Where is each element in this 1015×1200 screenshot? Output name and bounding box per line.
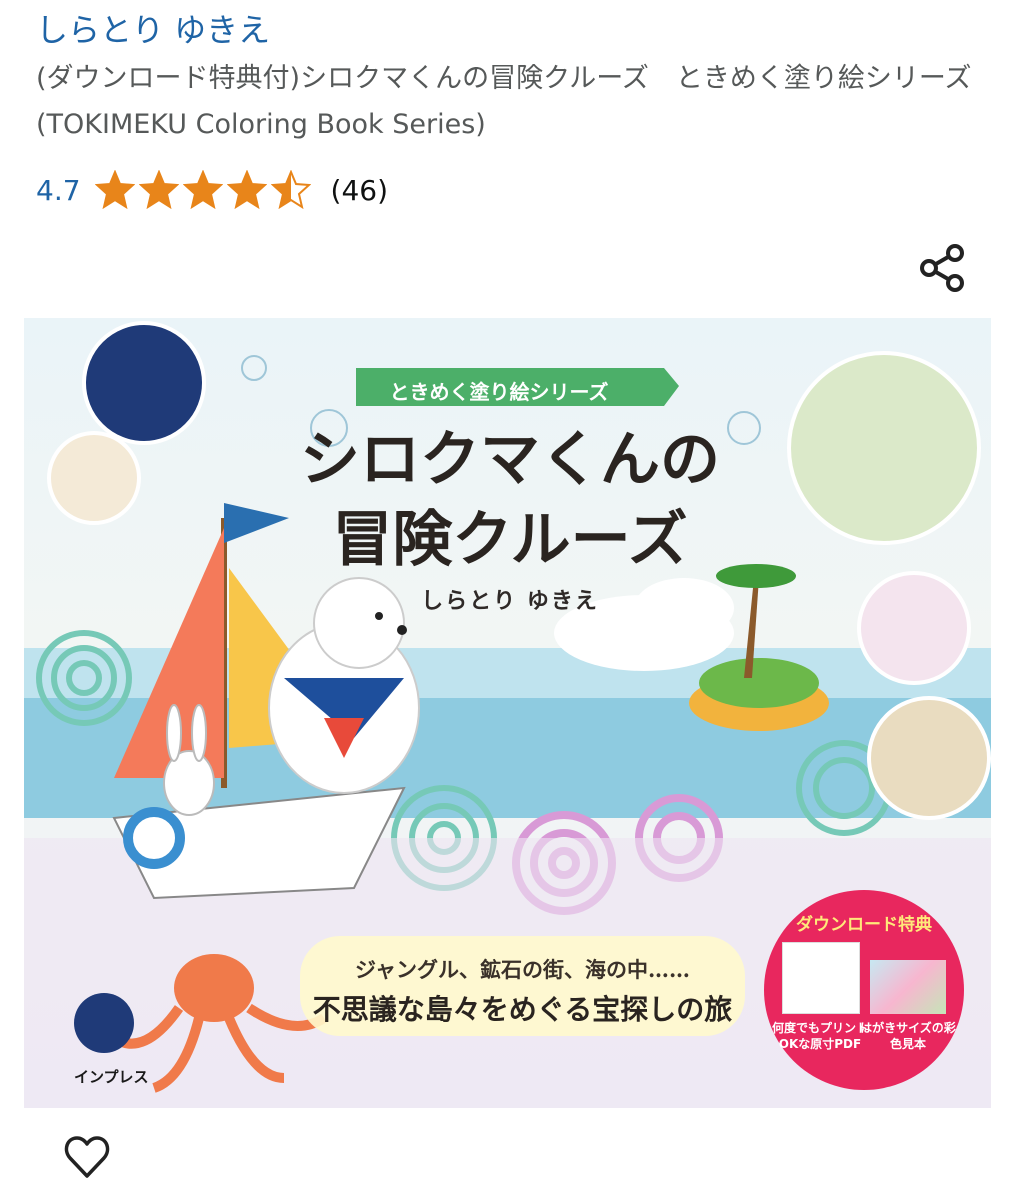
author-link[interactable]: しらとり ゆきえ <box>36 8 270 52</box>
star-icon <box>138 170 179 210</box>
publisher-name: インプレス <box>74 1068 149 1086</box>
tagline-line1: ジャングル、鉱石の街、海の中…… <box>355 957 690 982</box>
review-count[interactable]: (46) <box>331 174 388 207</box>
download-bonus-title: ダウンロード特典 <box>796 915 932 935</box>
cover-title: シロクマくんの 冒険クルーズ <box>290 420 730 580</box>
series-banner: ときめく塗り絵シリーズ <box>389 380 609 404</box>
rating-value: 4.7 <box>36 173 81 207</box>
star-rating[interactable] <box>94 170 311 210</box>
star-icon <box>94 170 135 210</box>
star-icon <box>226 170 267 210</box>
heart-icon[interactable] <box>62 1132 112 1182</box>
bonus-thumbnail-sample <box>870 960 946 1014</box>
cover-title-line1: シロクマくんの <box>300 425 720 495</box>
star-icon <box>270 170 311 210</box>
share-icon[interactable] <box>912 238 972 298</box>
tagline-line2: 不思議な島々をめぐる宝探しの旅 <box>312 993 733 1026</box>
star-icon <box>182 170 223 210</box>
cover-author: しらとり ゆきえ <box>421 589 599 614</box>
product-title: (ダウンロード特典付)シロクマくんの冒険クルーズ ときめく塗り絵シリーズ(TOK… <box>36 63 972 140</box>
rating-row: 4.7 (46) <box>36 168 388 212</box>
product-cover-image[interactable]: ときめく塗り絵シリーズ シロクマくんの 冒険クルーズ しらとり ゆきえ ジャング… <box>24 318 991 1108</box>
bonus-thumbnail-pdf <box>782 942 860 1014</box>
download-caption-pdf: 何度でもプリントOKな原寸PDF <box>771 1021 868 1051</box>
cover-title-line2: 冒険クルーズ <box>332 505 688 575</box>
download-caption-sample: はがきサイズの彩色見本 <box>860 1021 956 1051</box>
